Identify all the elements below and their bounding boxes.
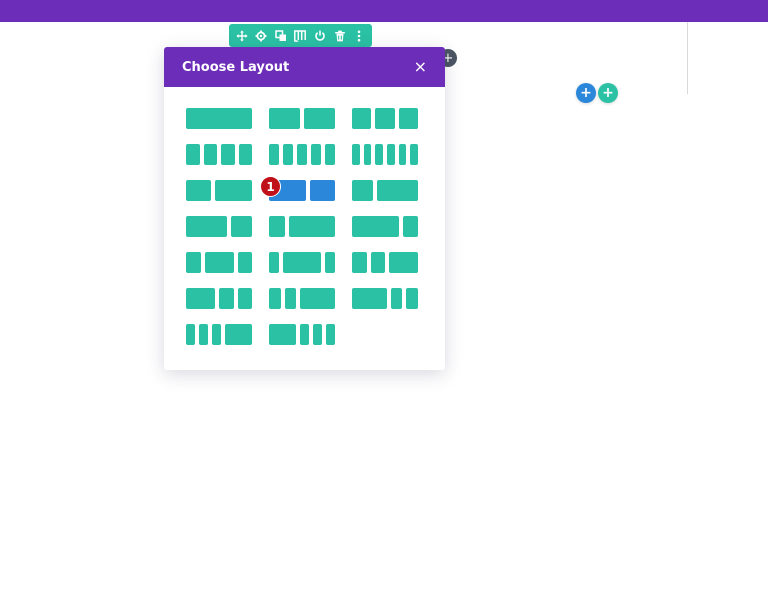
layout-column (214, 180, 252, 201)
layout-column (376, 180, 418, 201)
layout-option-1-1-1-1-1-1[interactable] (352, 144, 419, 165)
layout-column (363, 144, 372, 165)
layout-column (398, 108, 418, 129)
layout-option-1-1-1-1[interactable] (186, 144, 252, 165)
layout-column (352, 216, 399, 237)
top-bar (0, 0, 768, 22)
layout-column (231, 216, 252, 237)
layout-column (212, 324, 221, 345)
layout-option-1-1-1-3[interactable] (186, 324, 252, 345)
layout-column (387, 144, 395, 165)
gear-icon[interactable] (253, 28, 269, 44)
layout-column (313, 324, 322, 345)
layout-option-1-1-1-1-1[interactable] (269, 144, 335, 165)
layout-column (225, 324, 252, 345)
layout-column (310, 180, 335, 201)
layout-column (284, 288, 297, 309)
layout-column (186, 144, 200, 165)
layout-column (300, 288, 335, 309)
layout-option-3-1-1[interactable] (352, 288, 418, 309)
add-section-button[interactable]: + (576, 83, 596, 103)
layout-option-1-1-3[interactable] (269, 288, 335, 309)
layout-option-2-1[interactable] (186, 216, 252, 237)
layout-column (237, 288, 252, 309)
more-icon[interactable] (351, 28, 367, 44)
section-divider (687, 22, 688, 94)
layout-column (402, 216, 418, 237)
choose-layout-modal: Choose Layout × (164, 47, 445, 370)
layout-option-2-3[interactable] (186, 180, 252, 201)
plus-icon: + (580, 85, 592, 101)
layout-option-3-1[interactable] (352, 216, 418, 237)
add-module-button[interactable]: + (598, 83, 618, 103)
layout-column (326, 324, 335, 345)
layout-column (375, 108, 395, 129)
toolbar-pointer (297, 40, 311, 47)
layout-option-3-1-1-1[interactable] (269, 324, 335, 345)
plus-icon: + (602, 85, 614, 101)
layout-column (219, 288, 234, 309)
power-icon[interactable] (312, 28, 328, 44)
step-badge: 1 (260, 176, 281, 197)
layout-column (352, 108, 372, 129)
layout-column (375, 144, 384, 165)
layout-option-1-4-1[interactable] (269, 252, 336, 273)
layout-column (221, 144, 235, 165)
layout-column (352, 288, 387, 309)
layout-column (186, 324, 195, 345)
layout-column (325, 144, 335, 165)
layout-column (269, 324, 296, 345)
layout-option-1-1-1[interactable] (352, 108, 418, 129)
layout-column (186, 252, 201, 273)
trash-icon[interactable] (332, 28, 348, 44)
layout-column (186, 288, 215, 309)
layout-options-grid (186, 108, 419, 345)
layout-option-1-1[interactable] (269, 108, 335, 129)
close-icon[interactable]: × (414, 59, 427, 75)
layout-column (199, 324, 208, 345)
layout-column (325, 252, 336, 273)
modal-title: Choose Layout (182, 59, 290, 75)
layout-column (269, 108, 300, 129)
layout-column (352, 144, 360, 165)
layout-column (390, 288, 403, 309)
layout-column (300, 324, 309, 345)
layout-column (186, 180, 211, 201)
layout-column (282, 252, 322, 273)
layout-column (283, 144, 293, 165)
layout-column (186, 216, 228, 237)
layout-column (269, 252, 279, 273)
layout-column (370, 252, 385, 273)
layout-column (410, 144, 419, 165)
layout-column (203, 144, 217, 165)
layout-column (352, 252, 367, 273)
layout-column (406, 288, 418, 309)
layout-option-2-1-1[interactable] (186, 288, 252, 309)
layout-option-1-2-1[interactable] (186, 252, 252, 273)
layout-column (237, 252, 252, 273)
layout-column (269, 216, 285, 237)
layout-column (389, 252, 418, 273)
layout-option-1-1-2[interactable] (352, 252, 418, 273)
layout-column (304, 108, 335, 129)
duplicate-icon[interactable] (273, 28, 289, 44)
layout-option-1-3[interactable] (269, 216, 335, 237)
layout-column (204, 252, 234, 273)
layout-column (352, 180, 373, 201)
layout-column (238, 144, 252, 165)
modal-header: Choose Layout × (164, 47, 445, 87)
move-icon[interactable] (234, 28, 250, 44)
layout-column (269, 288, 281, 309)
layout-column (297, 144, 307, 165)
layout-option-1-2[interactable] (352, 180, 418, 201)
layout-option-1[interactable] (186, 108, 252, 129)
layout-column (186, 108, 252, 129)
layout-column (269, 144, 279, 165)
layout-column (311, 144, 321, 165)
layout-column (288, 216, 335, 237)
layout-column (398, 144, 407, 165)
